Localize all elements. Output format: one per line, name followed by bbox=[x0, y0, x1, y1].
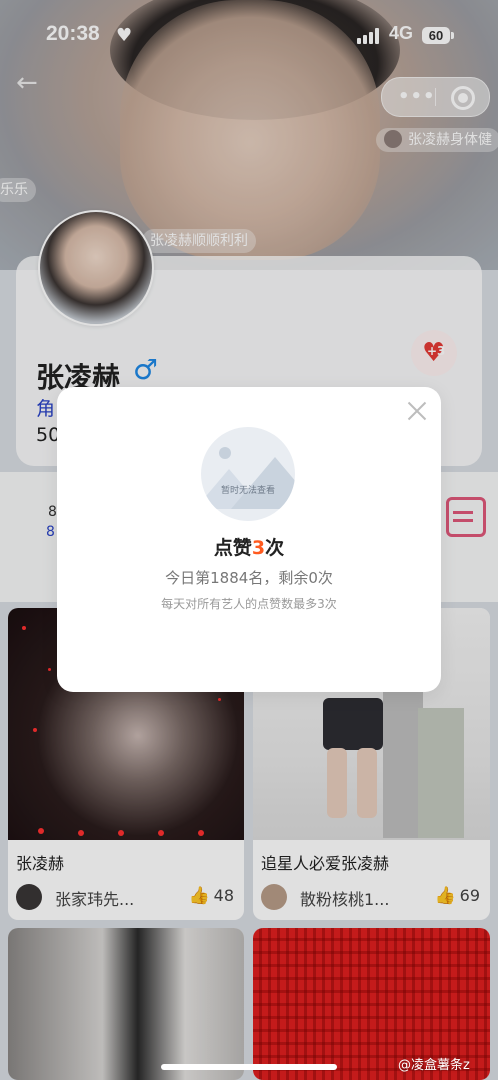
image-placeholder-icon: 暂时无法查看 bbox=[201, 427, 295, 521]
home-indicator[interactable] bbox=[161, 1064, 337, 1070]
like-count: 3 bbox=[251, 537, 266, 559]
close-icon[interactable] bbox=[407, 401, 427, 421]
screen: 20:38 ♥ 4G 60 ← ••• 张凌赫身体健 乐乐 张凌赫顺顺利利 张凌… bbox=[0, 0, 498, 1080]
like-result-dialog: 暂时无法查看 点赞3次 今日第1884名，剩余0次 每天对所有艺人的点赞数最多3… bbox=[57, 387, 441, 692]
dialog-title: 点赞3次 bbox=[213, 537, 285, 559]
dialog-rank-text: 今日第1884名，剩余0次 bbox=[165, 569, 333, 587]
dialog-rule-text: 每天对所有艺人的点赞数最多3次 bbox=[161, 597, 337, 611]
image-placeholder-caption: 暂时无法查看 bbox=[220, 486, 275, 496]
watermark: @凌盒薯条z bbox=[398, 1058, 470, 1073]
